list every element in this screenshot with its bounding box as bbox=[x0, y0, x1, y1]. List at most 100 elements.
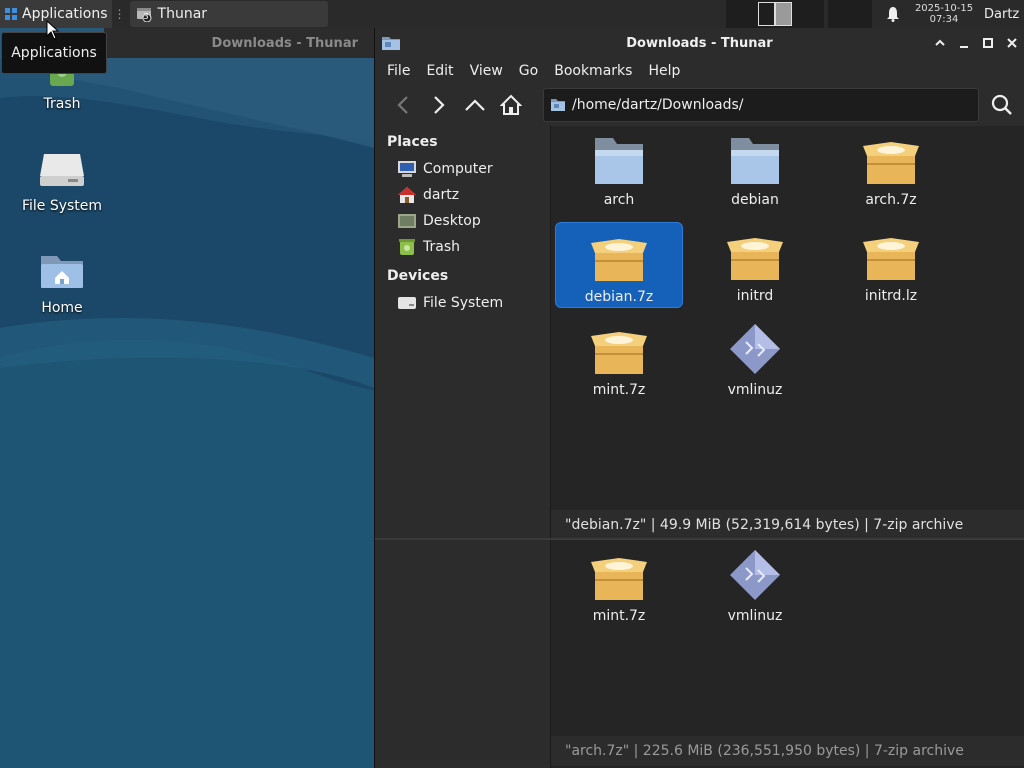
sidebar-item-label: Desktop bbox=[423, 213, 481, 229]
file-name: vmlinuz bbox=[727, 382, 783, 398]
window-close-button[interactable] bbox=[1004, 35, 1020, 51]
window-titlebar[interactable]: Downloads - Thunar bbox=[375, 28, 1024, 58]
sidebar-item-dartz[interactable]: dartz bbox=[375, 182, 550, 208]
chevron-up-icon bbox=[935, 39, 945, 46]
applications-label: Applications bbox=[22, 6, 108, 22]
folder-icon bbox=[731, 138, 779, 184]
folder-icon bbox=[595, 138, 643, 184]
window-minimize-button[interactable] bbox=[956, 35, 972, 51]
panel-empty-area bbox=[828, 0, 872, 28]
workspace-1[interactable] bbox=[758, 2, 775, 26]
menu-file[interactable]: File bbox=[379, 63, 418, 79]
menu-bookmarks[interactable]: Bookmarks bbox=[546, 63, 640, 79]
desktop-icon-label: Home bbox=[41, 300, 83, 316]
archive-box-icon bbox=[591, 332, 647, 374]
file-name: vmlinuz bbox=[727, 608, 783, 624]
search-button[interactable] bbox=[987, 90, 1017, 120]
back-button[interactable] bbox=[385, 89, 421, 121]
clock-date: 2025-10-15 bbox=[914, 3, 974, 14]
menu-go[interactable]: Go bbox=[511, 63, 546, 79]
file-name: debian.7z bbox=[584, 289, 654, 305]
notification-bell-icon[interactable] bbox=[876, 6, 910, 22]
menu-edit[interactable]: Edit bbox=[418, 63, 461, 79]
sidebar-item-file-system[interactable]: File System bbox=[375, 290, 550, 316]
trash-icon bbox=[399, 239, 415, 255]
archive-box-icon bbox=[727, 238, 783, 280]
window-maximize-button[interactable] bbox=[980, 35, 996, 51]
file-item-initrd-lz[interactable]: initrd.lz bbox=[827, 222, 955, 308]
sidebar-item-label: File System bbox=[423, 295, 504, 311]
executable-binary-icon bbox=[730, 324, 780, 374]
file-name: initrd bbox=[736, 288, 774, 304]
sidebar-item-computer[interactable]: Computer bbox=[375, 156, 550, 182]
file-item-debian[interactable]: debian bbox=[691, 126, 819, 212]
desktop-icon-file-system[interactable]: File System bbox=[7, 150, 117, 214]
archive-box-icon bbox=[591, 239, 647, 281]
file-item-arch-7z[interactable]: arch.7z bbox=[827, 126, 955, 212]
status-bar-top: "debian.7z" | 49.9 MiB (52,319,614 bytes… bbox=[551, 510, 1024, 540]
chevron-right-icon bbox=[434, 96, 445, 114]
thunar-task-icon: 3 bbox=[136, 6, 152, 23]
menu-help[interactable]: Help bbox=[640, 63, 688, 79]
location-path: /home/dartz/Downloads/ bbox=[572, 97, 744, 113]
workspace-switcher[interactable] bbox=[726, 0, 824, 28]
status-bar-bottom: "arch.7z" | 225.6 MiB (236,551,950 bytes… bbox=[551, 736, 1024, 766]
file-item-mint-7z[interactable]: mint.7z bbox=[555, 316, 683, 402]
file-item-arch[interactable]: arch bbox=[555, 126, 683, 212]
places-header: Places bbox=[387, 134, 438, 150]
file-item-vmlinuz[interactable]: vmlinuz bbox=[691, 542, 819, 628]
file-item-mint-7z[interactable]: mint.7z bbox=[555, 542, 683, 628]
sidebar-item-trash[interactable]: Trash bbox=[375, 234, 550, 260]
sidebar-item-label: Trash bbox=[423, 239, 460, 255]
top-panel: Applications ⋮ 3 Thunar 2025-10-15 07:34… bbox=[0, 0, 1024, 28]
devices-header: Devices bbox=[387, 268, 449, 284]
window-shade-button[interactable] bbox=[932, 35, 948, 51]
home-icon bbox=[500, 94, 522, 115]
file-item-vmlinuz[interactable]: vmlinuz bbox=[691, 316, 819, 402]
chevron-left-icon bbox=[397, 96, 408, 114]
file-name: debian bbox=[731, 192, 779, 208]
xfce-logo-icon bbox=[5, 8, 17, 20]
computer-icon bbox=[398, 161, 416, 177]
parent-folder-button[interactable] bbox=[457, 89, 493, 121]
workspace-2[interactable] bbox=[775, 2, 792, 26]
taskbar-item-thunar[interactable]: 3 Thunar bbox=[129, 1, 328, 27]
chevron-up-icon bbox=[465, 99, 485, 111]
file-item-debian-7z[interactable]: debian.7z bbox=[555, 222, 683, 308]
home-button[interactable] bbox=[493, 89, 529, 121]
file-name: arch.7z bbox=[865, 192, 917, 208]
clock-time: 07:34 bbox=[929, 14, 959, 25]
thunar-window: Downloads - Thunar File Edit View Go Boo… bbox=[374, 28, 1024, 768]
window-title: Downloads - Thunar bbox=[626, 35, 773, 51]
menu-view[interactable]: View bbox=[462, 63, 511, 79]
mouse-cursor-icon bbox=[46, 20, 60, 40]
file-item-initrd[interactable]: initrd bbox=[691, 222, 819, 308]
file-name: initrd.lz bbox=[864, 288, 918, 304]
clock[interactable]: 2025-10-15 07:34 bbox=[910, 3, 978, 25]
home-folder-icon bbox=[41, 256, 83, 288]
sidebar-split-pane bbox=[375, 540, 551, 768]
sidebar-item-label: Computer bbox=[423, 161, 493, 177]
home-icon bbox=[398, 187, 416, 203]
panel-separator-icon: ⋮ bbox=[113, 7, 126, 21]
sidebar-item-desktop[interactable]: Desktop bbox=[375, 208, 550, 234]
forward-button[interactable] bbox=[421, 89, 457, 121]
search-icon bbox=[991, 94, 1012, 115]
file-name: mint.7z bbox=[592, 608, 646, 624]
close-icon bbox=[1007, 38, 1017, 48]
location-bar[interactable]: /home/dartz/Downloads/ bbox=[543, 88, 979, 122]
desktop-icon-label: Trash bbox=[43, 96, 81, 112]
background-window-title: Downloads - Thunar bbox=[211, 35, 358, 51]
toolbar: /home/dartz/Downloads/ bbox=[375, 84, 1024, 126]
drive-icon bbox=[398, 297, 416, 309]
task-count-badge: 3 bbox=[143, 12, 149, 21]
user-menu[interactable]: Dartz bbox=[984, 7, 1024, 22]
archive-box-icon bbox=[863, 238, 919, 280]
drive-icon bbox=[40, 154, 84, 186]
desktop-icon-home[interactable]: Home bbox=[7, 252, 117, 316]
sidebar: Places Computer dartz Desktop Trash Devi… bbox=[375, 126, 551, 538]
executable-binary-icon bbox=[730, 550, 780, 600]
sidebar-item-label: dartz bbox=[423, 187, 460, 203]
background-window-titlebar[interactable]: Downloads - Thunar bbox=[104, 28, 374, 58]
archive-box-icon bbox=[591, 558, 647, 600]
